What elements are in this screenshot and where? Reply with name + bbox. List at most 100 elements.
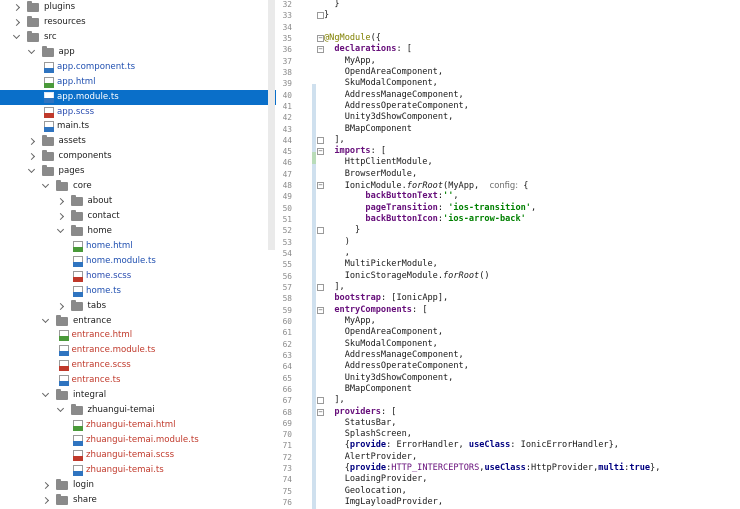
- fold-collapse-icon[interactable]: −: [317, 46, 324, 54]
- tree-folder-core[interactable]: core: [0, 179, 276, 194]
- fold-collapse-icon[interactable]: −: [317, 408, 324, 416]
- tree-folder-src[interactable]: src: [0, 30, 276, 45]
- code-token: Geolocation,: [324, 485, 407, 496]
- tree-folder-app[interactable]: app: [0, 45, 276, 60]
- fold-collapse-icon[interactable]: −: [317, 34, 324, 42]
- code-token: imports: [334, 146, 371, 157]
- code-token: bootstrap: [334, 293, 381, 304]
- tree-folder-zhuangui-temai[interactable]: zhuangui-temai: [0, 403, 276, 418]
- project-tree: plugins resources src app app.component.ts ap…: [0, 0, 276, 509]
- tree-file-item[interactable]: main.ts: [0, 119, 276, 134]
- tree-folder-tabs[interactable]: tabs: [0, 299, 276, 314]
- chevron-down-icon[interactable]: [41, 390, 50, 398]
- tree-file-item[interactable]: zhuangui-temai.ts: [0, 463, 276, 478]
- fold-end-icon[interactable]: [317, 12, 324, 20]
- code-token: IonicModule.: [324, 181, 407, 192]
- tree-file-item[interactable]: zhuangui-temai.scss: [0, 448, 276, 463]
- chevron-right-icon[interactable]: [41, 496, 50, 504]
- chevron-right-icon[interactable]: [12, 3, 21, 12]
- code-token: : [: [396, 44, 412, 55]
- fold-end-icon[interactable]: [317, 397, 324, 405]
- code-line: MyApp,: [324, 56, 376, 67]
- tree-file-item[interactable]: zhuangui-temai.module.ts: [0, 433, 276, 448]
- code-token: : ErrorHandler,: [386, 440, 469, 451]
- tree-file-item[interactable]: app.html: [0, 75, 276, 90]
- tree-file-item[interactable]: entrance.scss: [0, 358, 276, 373]
- fold-end-icon[interactable]: [317, 227, 324, 235]
- folder-icon: [70, 210, 83, 222]
- code-token: MultiPickerModule,: [324, 259, 438, 270]
- tree-file-item[interactable]: home.module.ts: [0, 254, 276, 269]
- tree-folder-resources[interactable]: resources: [0, 15, 276, 30]
- line-number: 36: [282, 45, 292, 55]
- tree-folder-components[interactable]: components: [0, 149, 276, 164]
- code-token: forRoot: [406, 181, 444, 192]
- chevron-right-icon[interactable]: [56, 198, 64, 206]
- file-type-band: [73, 455, 83, 461]
- code-editor[interactable]: 32 33 34 35 36 37 38 39 40 41 42 43 44 45 46 47 48 49 50 51…: [276, 0, 740, 509]
- tree-file-item[interactable]: home.scss: [0, 269, 276, 284]
- code-token: AddressOperateComponent,: [324, 100, 469, 111]
- tree-item-label: entrance.scss: [71, 360, 131, 371]
- code-token: }: [324, 225, 361, 236]
- chevron-down-icon[interactable]: [56, 225, 64, 233]
- chevron-down-icon[interactable]: [27, 166, 35, 174]
- fold-collapse-icon[interactable]: −: [317, 306, 324, 314]
- file-type-band: [44, 67, 54, 73]
- chevron-down-icon[interactable]: [12, 31, 21, 39]
- tree-folder-integral[interactable]: integral: [0, 388, 276, 403]
- tree-folder-plugins[interactable]: plugins: [0, 0, 276, 15]
- tree-folder-entrance[interactable]: entrance: [0, 314, 276, 329]
- tree-item-label: zhuangui-temai: [87, 405, 155, 416]
- tree-file-item[interactable]: home.html: [0, 239, 276, 254]
- chevron-down-icon[interactable]: [27, 46, 35, 54]
- chevron-right-icon[interactable]: [27, 138, 35, 146]
- tree-file-item[interactable]: zhuangui-temai.html: [0, 418, 276, 433]
- chevron-down-icon[interactable]: [56, 405, 64, 413]
- chevron-right-icon[interactable]: [41, 481, 50, 489]
- folder-icon: [70, 224, 83, 236]
- chevron-down-icon[interactable]: [41, 181, 50, 189]
- tree-item-label: app.scss: [57, 106, 95, 117]
- chevron-down-icon[interactable]: [41, 315, 50, 323]
- fold-end-icon[interactable]: [317, 284, 324, 291]
- tree-folder-about[interactable]: about: [0, 194, 276, 209]
- fold-collapse-icon[interactable]: −: [317, 148, 324, 156]
- tree-folder-pages[interactable]: pages: [0, 164, 276, 179]
- tree-item-label: main.ts: [57, 121, 90, 132]
- tree-folder-contact[interactable]: contact: [0, 209, 276, 224]
- code-line: BMapComponent: [324, 124, 412, 135]
- code-line: MyApp,: [324, 316, 376, 327]
- tree-item-label: app.html: [57, 76, 96, 87]
- tree-folder-share[interactable]: share: [0, 493, 276, 508]
- tree-folder-assets[interactable]: assets: [0, 134, 276, 149]
- tree-file-item[interactable]: app.scss: [0, 105, 276, 120]
- tree-item-label: login: [73, 479, 94, 490]
- line-number: 58: [282, 294, 292, 304]
- code-line: SkuModalComponent,: [324, 339, 438, 350]
- tree-item-label: pages: [58, 166, 85, 177]
- code-line: ],: [324, 135, 344, 146]
- tree-file-item[interactable]: app.component.ts: [0, 60, 276, 75]
- code-token: LoadingProvider,: [324, 474, 428, 485]
- code-token: MyApp,: [324, 55, 376, 66]
- chevron-right-icon[interactable]: [27, 153, 35, 161]
- line-number: 38: [282, 67, 292, 77]
- tree-file-item[interactable]: entrance.ts: [0, 373, 276, 388]
- tree-scrollbar[interactable]: [268, 0, 275, 250]
- chevron-right-icon[interactable]: [56, 302, 64, 310]
- tree-file-item[interactable]: entrance.module.ts: [0, 343, 276, 358]
- tree-folder-home[interactable]: home: [0, 224, 276, 239]
- tree-item-label: src: [44, 31, 57, 42]
- tree-file-item[interactable]: app.module.ts: [0, 89, 276, 105]
- tree-folder-login[interactable]: login: [0, 478, 276, 493]
- tree-item-label: components: [58, 151, 112, 162]
- chevron-right-icon[interactable]: [56, 212, 64, 221]
- fold-collapse-icon[interactable]: −: [317, 182, 324, 190]
- tree-file-item[interactable]: home.ts: [0, 284, 276, 299]
- tree-file-item[interactable]: entrance.html: [0, 328, 276, 343]
- line-number: 41: [282, 101, 292, 111]
- fold-end-icon[interactable]: [317, 136, 324, 144]
- chevron-right-icon[interactable]: [12, 18, 21, 26]
- file-type-band: [44, 127, 54, 133]
